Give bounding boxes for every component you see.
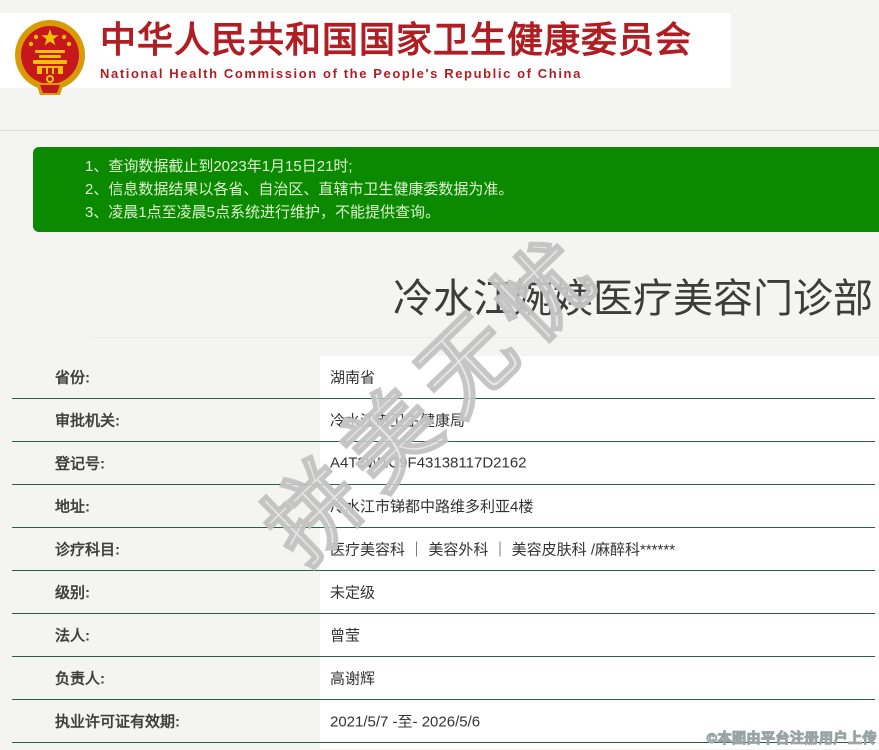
table-row-level: 级别: 未定级: [12, 571, 879, 614]
table-row-legal-person: 法人: 曾莹: [12, 614, 879, 657]
field-label: 省份:: [55, 369, 90, 387]
site-header: 中华人民共和国国家卫生健康委员会 National Health Commiss…: [0, 13, 731, 95]
field-label: 诊疗科目:: [55, 541, 120, 559]
field-value: 未定级: [330, 584, 376, 602]
institution-name-title: 冷水江婉媄医疗美容门诊部: [393, 277, 873, 321]
table-row-province: 省份: 湖南省: [12, 356, 879, 399]
table-row-clinical-departments: 诊疗科目: 医疗美容科 ｜ 美容外科 ｜ 美容皮肤科 /麻醉科******: [12, 528, 879, 571]
china-national-emblem-icon: [15, 20, 85, 95]
field-value: 曾莹: [330, 627, 361, 645]
field-label: 登记号:: [55, 455, 105, 473]
field-label: 级别:: [55, 584, 90, 602]
header-divider: [0, 130, 879, 131]
section-divider: [90, 337, 879, 338]
field-value: 2021/5/7 -至- 2026/5/6: [330, 713, 481, 731]
field-value: 湖南省: [330, 369, 376, 387]
upload-attribution-watermark: ©本图由平台注册用户上传: [706, 730, 877, 747]
value-cell-background: [320, 614, 879, 656]
value-cell-background: [320, 571, 879, 613]
notice-line-1: 1、查询数据截止到2023年1月15日21时;: [85, 158, 353, 175]
institution-info-table: 省份: 湖南省 审批机关: 冷水江市卫生健康局 登记号: A4T3W1C9F43…: [0, 356, 879, 749]
table-row-address: 地址: 冷水江市锑都中路维多利亚4楼: [12, 485, 879, 528]
field-value: 医疗美容科 ｜ 美容外科 ｜ 美容皮肤科 /麻醉科******: [330, 541, 676, 559]
value-cell-background: [320, 657, 879, 699]
site-title-english: National Health Commission of the People…: [100, 66, 582, 81]
field-label: 负责人:: [55, 670, 105, 688]
field-label: 执业许可证有效期:: [55, 713, 180, 731]
query-notice-banner: 1、查询数据截止到2023年1月15日21时; 2、信息数据结果以各省、自治区、…: [33, 147, 879, 232]
table-row-person-in-charge: 负责人: 高谢辉: [12, 657, 879, 700]
field-label: 地址:: [55, 498, 90, 516]
table-row-registration-number: 登记号: A4T3W1C9F43138117D2162: [12, 442, 879, 485]
table-row-approval-authority: 审批机关: 冷水江市卫生健康局: [12, 399, 879, 442]
field-label: 审批机关:: [55, 412, 120, 430]
notice-line-3: 3、凌晨1点至凌晨5点系统进行维护，不能提供查询。: [85, 204, 441, 221]
field-value: A4T3W1C9F43138117D2162: [330, 454, 527, 472]
site-title-chinese: 中华人民共和国国家卫生健康委员会: [100, 19, 693, 60]
field-value: 高谢辉: [330, 670, 376, 688]
notice-line-2: 2、信息数据结果以各省、自治区、直辖市卫生健康委数据为准。: [85, 181, 514, 198]
field-value: 冷水江市锑都中路维多利亚4楼: [330, 498, 534, 516]
value-cell-background: [320, 356, 879, 398]
field-value: 冷水江市卫生健康局: [330, 412, 466, 430]
field-label: 法人:: [55, 627, 90, 645]
